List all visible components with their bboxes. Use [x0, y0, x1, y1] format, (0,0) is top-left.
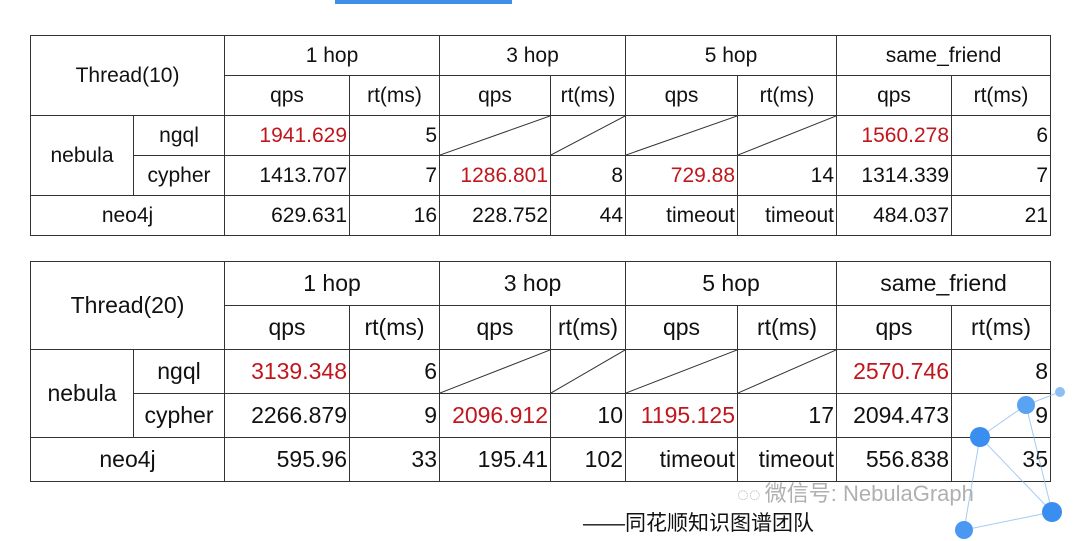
- table-cell: 44: [550, 195, 627, 236]
- table-cell: timeout: [737, 437, 837, 482]
- table-cell: 1286.801: [439, 155, 552, 196]
- table-cell: 6: [951, 115, 1052, 156]
- team-credit: ——同花顺知识图谱团队: [583, 512, 814, 535]
- table-row-ngql: nebula ngql 1941.629 5 1560.278 6: [30, 115, 1052, 196]
- thread-label: Thread(20): [30, 261, 225, 350]
- metric-header: qps: [224, 305, 350, 350]
- empty-cell-slash: [625, 115, 739, 156]
- table-row-cypher: cypher 1413.707 7 1286.801 8 729.88 14 1…: [31, 155, 1052, 196]
- metric-header: qps: [836, 75, 953, 116]
- table-cell: 228.752: [439, 195, 552, 236]
- table-cell: 2266.879: [224, 393, 350, 438]
- empty-cell-slash: [439, 349, 551, 394]
- header-row-groups: Thread(20) 1 hop 3 hop 5 hop same_friend: [30, 261, 1052, 350]
- table-cell: 8: [550, 155, 627, 196]
- table-cell: 21: [951, 195, 1052, 236]
- empty-cell-slash: [550, 115, 627, 156]
- table-row-neo4j: neo4j 595.96 33 195.41 102 timeout timeo…: [30, 437, 1052, 482]
- lang-label-cypher: cypher: [132, 155, 226, 196]
- table-cell: 484.037: [836, 195, 953, 236]
- wechat-icon: ◌◌: [737, 484, 761, 506]
- header-row-groups: Thread(10) 1 hop 3 hop 5 hop same_friend: [29, 35, 1052, 116]
- table-row-ngql: nebula ngql 3139.348 6 2570.746 8: [30, 349, 1052, 438]
- table-cell: 7: [349, 155, 441, 196]
- top-accent-bar: [335, 0, 512, 4]
- table-cell: 1560.278: [836, 115, 953, 156]
- group-header: same_friend: [836, 35, 1052, 76]
- table-cell: 3139.348: [224, 349, 350, 394]
- group-header: 1 hop: [224, 35, 441, 76]
- table-cell: 10: [550, 393, 626, 438]
- db-label-nebula: nebula: [30, 349, 134, 438]
- metric-header: qps: [439, 305, 551, 350]
- metric-header: rt(ms): [737, 305, 837, 350]
- wechat-watermark: ◌◌ 微信号: NebulaGraph: [737, 476, 974, 508]
- metric-header: qps: [439, 75, 552, 116]
- group-header: 1 hop: [224, 261, 440, 306]
- table-cell: 729.88: [625, 155, 739, 196]
- empty-cell-slash: [550, 349, 626, 394]
- table-cell: 1195.125: [625, 393, 738, 438]
- benchmark-table-thread-10: Thread(10) 1 hop 3 hop 5 hop same_friend…: [29, 35, 1052, 236]
- network-decoration: [955, 387, 1065, 539]
- metric-header: rt(ms): [737, 75, 838, 116]
- lang-label-ngql: ngql: [133, 349, 225, 394]
- table-cell: 1941.629: [224, 115, 351, 156]
- table-cell: 16: [349, 195, 441, 236]
- table-cell: 195.41: [439, 437, 551, 482]
- group-header: 3 hop: [439, 35, 627, 76]
- lang-label-cypher: cypher: [133, 393, 225, 438]
- db-label-nebula: nebula: [30, 115, 134, 196]
- group-header: 5 hop: [625, 261, 837, 306]
- table-cell: 629.631: [224, 195, 351, 236]
- table-cell: 1314.339: [836, 155, 953, 196]
- metric-header: qps: [625, 75, 739, 116]
- metric-header: qps: [625, 305, 738, 350]
- table-cell: 5: [349, 115, 441, 156]
- table-cell: 17: [737, 393, 837, 438]
- group-header: 3 hop: [439, 261, 626, 306]
- lang-label-ngql: ngql: [132, 115, 226, 156]
- table-row-neo4j: neo4j 629.631 16 228.752 44 timeout time…: [29, 195, 1052, 236]
- table-cell: 9: [349, 393, 440, 438]
- table-cell: 2096.912: [439, 393, 551, 438]
- metric-header: rt(ms): [349, 305, 440, 350]
- table-cell: 102: [550, 437, 626, 482]
- table-cell: timeout: [625, 437, 738, 482]
- benchmark-table-thread-20: Thread(20) 1 hop 3 hop 5 hop same_friend…: [30, 261, 1052, 482]
- metric-header: rt(ms): [951, 75, 1052, 116]
- db-label-neo4j: neo4j: [29, 195, 226, 236]
- empty-cell-slash: [625, 349, 738, 394]
- group-header: 5 hop: [625, 35, 838, 76]
- metric-header: rt(ms): [349, 75, 441, 116]
- empty-cell-slash: [737, 349, 837, 394]
- table-cell: 595.96: [224, 437, 350, 482]
- empty-cell-slash: [439, 115, 552, 156]
- table-cell: timeout: [625, 195, 739, 236]
- metric-header: qps: [224, 75, 351, 116]
- empty-cell-slash: [737, 115, 838, 156]
- db-label-neo4j: neo4j: [30, 437, 225, 482]
- table-cell: 1413.707: [224, 155, 351, 196]
- metric-header: rt(ms): [550, 305, 626, 350]
- group-header: same_friend: [835, 261, 1052, 306]
- table-cell: 14: [737, 155, 838, 196]
- table-cell: 33: [349, 437, 440, 482]
- table-cell: 6: [349, 349, 440, 394]
- metric-header: rt(ms): [550, 75, 627, 116]
- table-cell: timeout: [737, 195, 838, 236]
- table-cell: 7: [951, 155, 1052, 196]
- table-row-cypher: cypher 2266.879 9 2096.912 10 1195.125 1…: [31, 393, 1052, 438]
- thread-label: Thread(10): [29, 35, 226, 116]
- watermark-text: 微信号: NebulaGraph: [764, 481, 974, 506]
